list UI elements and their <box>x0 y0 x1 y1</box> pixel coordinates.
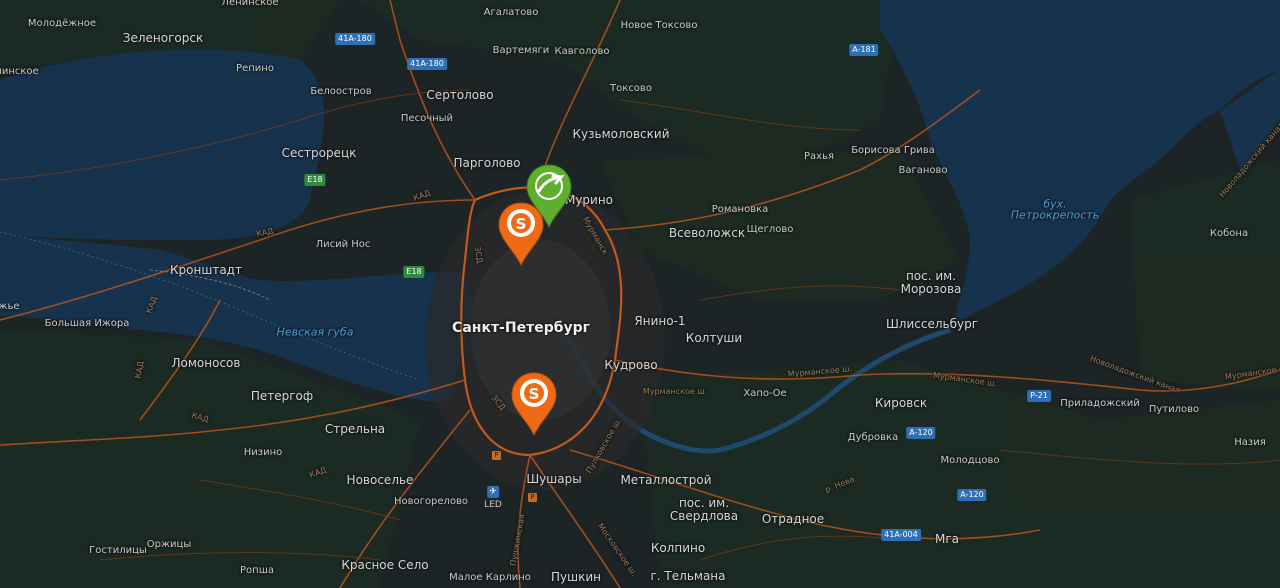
place-label: Отрадное <box>761 512 825 526</box>
water-label: Петрокрепость <box>1010 208 1100 222</box>
parking-icon: P <box>492 451 501 460</box>
place-label: Шушары <box>526 472 582 486</box>
airport-label: LED <box>484 500 502 510</box>
place-label: Щеглово <box>746 224 794 235</box>
place-label: жье <box>0 301 20 312</box>
place-label: Парголово <box>453 156 521 170</box>
place-label: Шлиссельбург <box>885 317 979 331</box>
place-label: Янино-1 <box>634 314 686 328</box>
place-label: Сестрорецк <box>281 146 357 160</box>
place-label: Назия <box>1234 437 1266 448</box>
place-label: Токсово <box>610 83 652 94</box>
place-label: Свердлова <box>669 509 739 523</box>
route-shield: P-21 <box>1027 390 1051 402</box>
place-label: Кобона <box>1209 228 1249 239</box>
place-label: Красное Село <box>341 558 429 572</box>
place-label: Колпино <box>650 541 706 555</box>
place-label: Ропша <box>240 565 274 576</box>
place-label: Кузьмоловский <box>572 127 670 141</box>
place-label: Хапо-Ое <box>743 388 787 399</box>
water-label: Невская губа <box>276 325 354 339</box>
shop-pin-orange[interactable]: S <box>510 371 558 437</box>
place-label: Кировск <box>874 396 928 410</box>
place-label: Зеленогорск <box>122 31 204 45</box>
place-label: Романовка <box>711 204 769 215</box>
road-label: Мурманское ш. <box>642 387 708 396</box>
place-label: Кудрово <box>604 358 658 372</box>
place-label: Большая Ижора <box>44 318 130 329</box>
place-label: Кавголово <box>554 46 610 57</box>
place-label: г. Тельмана <box>650 569 726 583</box>
airport-marker[interactable]: ✈ LED <box>484 486 502 510</box>
route-shield: 41A-180 <box>407 58 447 70</box>
city-label: Санкт-Петербург <box>452 320 590 336</box>
place-label: Репино <box>236 63 274 74</box>
place-label: Металлострой <box>620 473 712 487</box>
place-label: Низино <box>243 447 283 458</box>
route-shield: A-120 <box>906 427 936 439</box>
route-shield: E18 <box>304 174 326 186</box>
place-label: Кронштадт <box>170 263 242 277</box>
place-label: Ваганово <box>898 165 948 176</box>
place-label: Рахья <box>804 151 834 162</box>
place-label: Молодёжное <box>27 18 97 29</box>
place-label: Оржицы <box>146 539 192 550</box>
parking-icon: P <box>528 493 537 502</box>
svg-text:S: S <box>516 215 527 233</box>
place-label: Путилово <box>1148 404 1200 415</box>
place-label: Молодцово <box>940 455 1000 466</box>
place-label: Ленинское <box>221 0 279 8</box>
place-label: Стрельна <box>324 422 386 436</box>
place-label: Дубровка <box>847 432 899 443</box>
place-label: Песочный <box>400 113 454 124</box>
place-label: Пушкин <box>551 570 601 584</box>
road-label: ЗСД <box>472 245 485 265</box>
place-label: Петергоф <box>250 389 314 403</box>
place-label: Гостилицы <box>89 545 147 556</box>
place-label: Мга <box>934 532 960 546</box>
route-shield: 41A-180 <box>335 33 375 45</box>
place-label: Морозова <box>900 282 962 296</box>
svg-text:S: S <box>529 385 540 403</box>
place-label: Приладожский <box>1060 398 1140 409</box>
place-label: Борисова Грива <box>851 145 935 156</box>
place-label: Новое Токсово <box>620 20 698 31</box>
route-shield: 41A-004 <box>881 529 921 541</box>
place-label: Агалатово <box>483 7 539 18</box>
place-label: Сертолово <box>426 88 494 102</box>
place-label: Малое Карлино <box>449 572 531 583</box>
place-label: Колтуши <box>685 331 743 345</box>
place-label: Новогорелово <box>393 496 469 507</box>
place-label: пос. им. <box>905 269 957 283</box>
route-shield: E18 <box>403 266 425 278</box>
map-view[interactable]: Молодёжное Зеленогорск Репино нинское Бе… <box>0 0 1280 588</box>
place-label: Ломоносов <box>171 356 241 370</box>
place-label: Всеволожск <box>668 226 746 240</box>
airplane-icon: ✈ <box>486 486 499 498</box>
route-shield: A-181 <box>849 44 879 56</box>
place-label: пос. им. <box>678 496 730 510</box>
shop-pin-orange[interactable]: S <box>497 201 545 267</box>
place-label: Новоселье <box>346 473 414 487</box>
place-label: Вартемяги <box>492 45 550 56</box>
place-label: Белоостров <box>310 86 372 97</box>
place-label: Лисий Нос <box>315 239 371 250</box>
place-label: нинское <box>0 66 39 77</box>
route-shield: A-120 <box>957 489 987 501</box>
